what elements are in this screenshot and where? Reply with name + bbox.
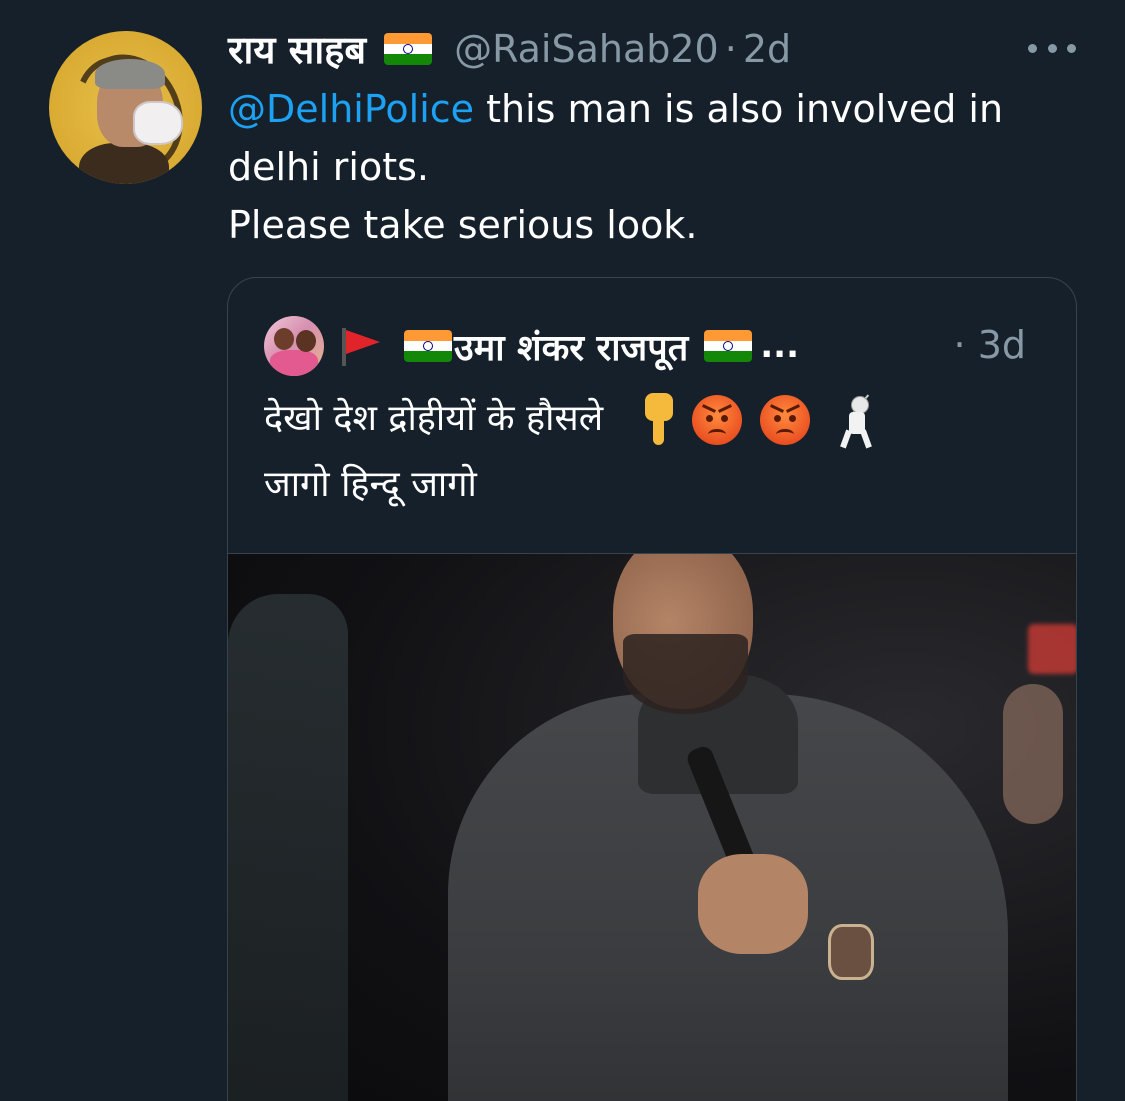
red-flag-icon <box>338 326 382 366</box>
quoted-text-line-1-text: देखो देश द्रोहीयों के हौसले <box>264 398 604 439</box>
tweet-text-line-2: delhi riots. <box>228 145 429 189</box>
quoted-tweet-text: देखो देश द्रोहीयों के हौसले जागो हिन्दू … <box>264 386 1044 518</box>
india-flag-icon <box>404 330 452 362</box>
quoted-avatar[interactable] <box>264 316 324 376</box>
video-background-person <box>228 594 348 1101</box>
tweet-header: राय साहब @RaiSahab20 · 2d <box>228 22 791 76</box>
video-background-light <box>1028 624 1076 674</box>
quoted-tweet[interactable]: उमा शंकर राजपूत ... · 3d देखो देश द्रोही… <box>227 277 1077 1101</box>
mention-link[interactable]: @DelhiPolice <box>228 87 474 131</box>
timestamp[interactable]: 2d <box>743 27 791 71</box>
angry-face-icon <box>759 395 810 445</box>
fencer-icon <box>829 392 879 449</box>
video-speaker-hand <box>698 854 808 954</box>
display-name[interactable]: राय साहब <box>228 23 366 75</box>
india-flag-icon <box>384 33 433 65</box>
quoted-timestamp[interactable]: · 3d <box>954 323 1026 367</box>
video-speaker-watch <box>828 924 874 980</box>
avatar[interactable] <box>49 31 202 184</box>
quoted-display-name[interactable]: उमा शंकर राजपूत <box>454 322 688 371</box>
video-thumbnail[interactable] <box>228 553 1076 1101</box>
angry-face-icon <box>692 395 743 445</box>
tweet[interactable]: राय साहब @RaiSahab20 · 2d @DelhiPolice t… <box>0 0 1125 1101</box>
video-speaker-beard <box>623 634 748 714</box>
quoted-text-line-2: जागो हिन्दू जागो <box>264 464 477 505</box>
avatar-shirt <box>79 143 169 184</box>
video-background-hand <box>1003 684 1063 824</box>
quoted-tweet-header: उमा शंकर राजपूत ... <box>264 316 1044 376</box>
avatar-hair <box>95 59 165 89</box>
tweet-text-line-1-rest: this man is also involved in <box>474 87 1004 131</box>
separator: · <box>724 27 737 71</box>
tweet-text-line-3: Please take serious look. <box>228 203 698 247</box>
tweet-text-line-1: @DelhiPolice this man is also involved i… <box>228 80 1088 138</box>
tweet-text: @DelhiPolice this man is also involved i… <box>228 80 1088 254</box>
point-down-icon <box>641 393 675 447</box>
name-truncation: ... <box>760 326 799 366</box>
quoted-text-line-1: देखो देश द्रोहीयों के हौसले <box>264 386 1044 452</box>
more-horizontal-icon[interactable] <box>1028 36 1076 60</box>
avatar-mask <box>133 101 183 145</box>
india-flag-icon <box>704 330 753 362</box>
user-handle[interactable]: @RaiSahab20 <box>454 27 719 71</box>
